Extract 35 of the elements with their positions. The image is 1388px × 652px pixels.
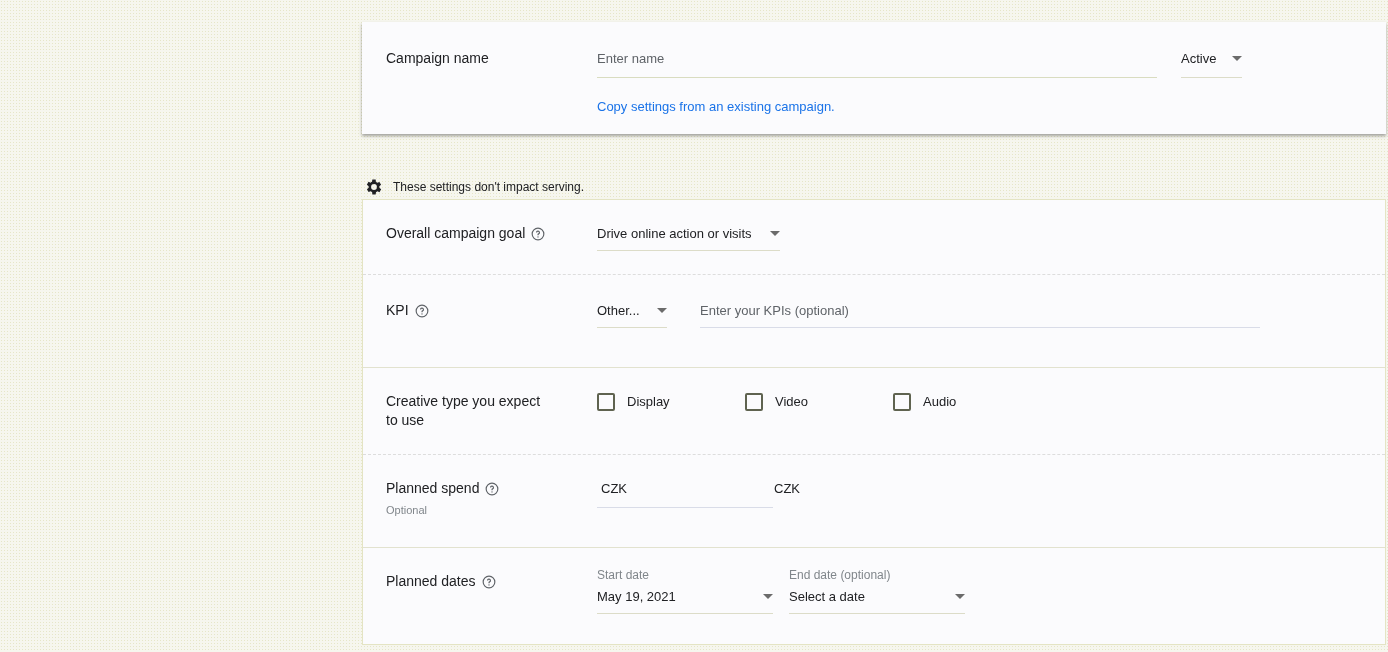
checkbox-option[interactable]: Video [745, 392, 893, 412]
spend-input-field[interactable]: CZK [597, 479, 773, 508]
dropdown[interactable]: May 19, 2021 [597, 587, 773, 614]
dropdown-caret-icon [657, 308, 667, 314]
dropdown[interactable]: Other... [597, 301, 667, 328]
dropdown-caret-icon [1232, 56, 1242, 62]
row-label: Overall campaign goal [386, 224, 526, 243]
help-icon[interactable] [531, 226, 546, 241]
date-field-label: Start date [597, 567, 651, 584]
dropdown-caret-icon [770, 231, 780, 237]
name-input-field[interactable]: Enter name [597, 46, 1157, 78]
dropdown[interactable]: Active [1181, 46, 1242, 78]
currency-unit: CZK [774, 480, 800, 498]
optional-hint: Optional [386, 503, 428, 518]
help-icon[interactable] [481, 574, 496, 589]
copy-settings-link[interactable]: Copy settings from an existing campaign. [597, 96, 1242, 116]
kpi-input-field[interactable]: Enter your KPIs (optional) [700, 301, 1260, 328]
row-label: Campaign name [386, 49, 490, 68]
dropdown[interactable]: Drive online action or visits [597, 224, 780, 251]
help-icon[interactable] [414, 303, 429, 318]
row-label: KPI [386, 301, 409, 320]
dropdown-caret-icon [763, 594, 773, 600]
row-label: Creative type you expect to use [386, 392, 542, 430]
date-field-label: End date (optional) [789, 567, 892, 584]
checkbox[interactable] [745, 392, 763, 411]
help-icon[interactable] [485, 481, 500, 496]
notice-text: These settings don't impact serving. [393, 178, 585, 196]
checkbox[interactable] [597, 392, 615, 411]
dropdown[interactable]: Select a date [789, 587, 965, 614]
row-label: Planned spend [386, 479, 480, 498]
row-label: Planned dates [386, 572, 476, 591]
checkbox[interactable] [893, 392, 911, 411]
dropdown-caret-icon [955, 594, 965, 600]
checkbox-option[interactable]: Display [597, 392, 745, 412]
checkbox-option[interactable]: Audio [893, 392, 1041, 412]
